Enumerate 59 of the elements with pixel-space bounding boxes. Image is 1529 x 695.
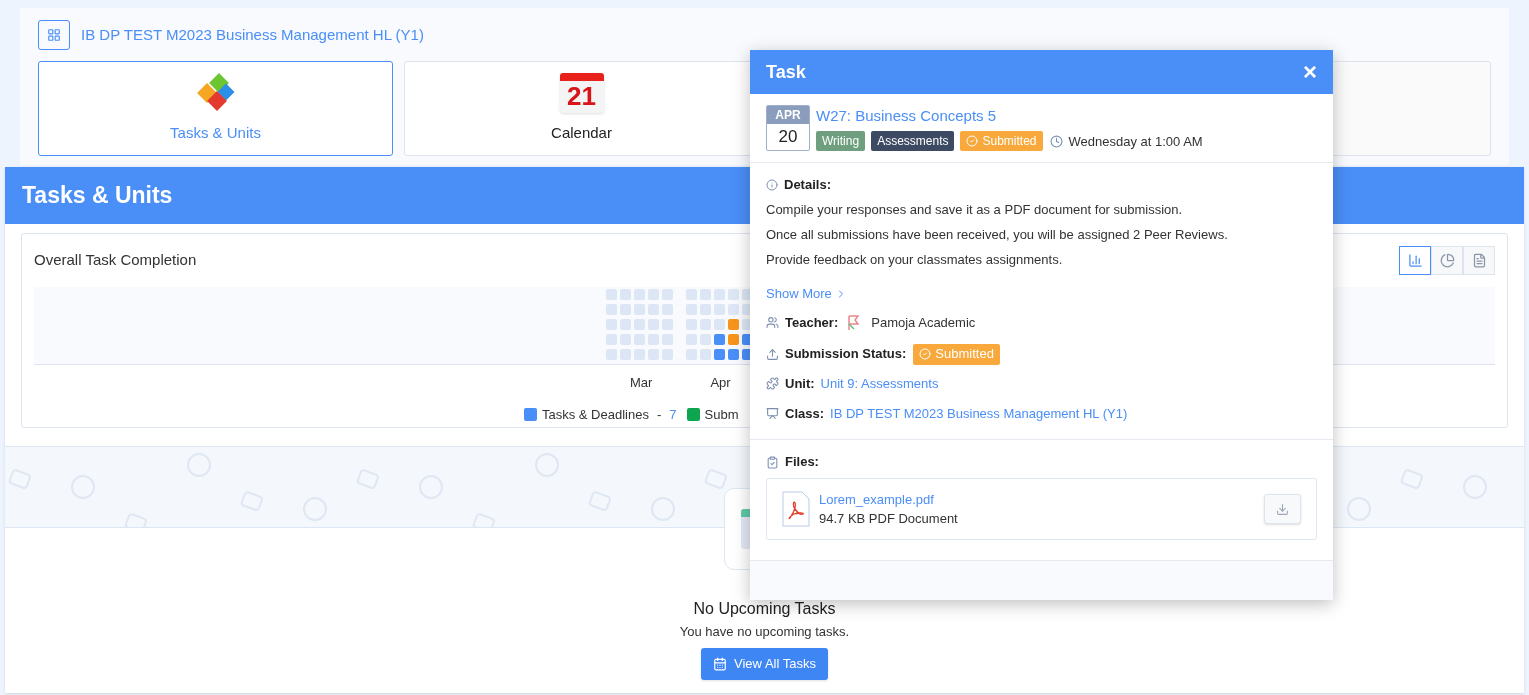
details-text: Provide feedback on your classmates assignments.: [766, 251, 1064, 269]
task-title[interactable]: W27: Business Concepts 5: [816, 104, 1203, 128]
submission-label: Submission Status:: [785, 345, 907, 364]
files-label: Files:: [785, 453, 819, 472]
details-text: Compile your responses and save it as a PDF document for submission.: [766, 201, 1184, 219]
pie-chart-icon: [1439, 252, 1455, 268]
class-link[interactable]: IB DP TEST M2023 Business Management HL (Y1): [830, 403, 1128, 424]
course-title[interactable]: IB DP TEST M2023 Business Management HL (Y1): [81, 23, 424, 47]
upload-icon: [766, 347, 779, 361]
status-badge: Submitted: [913, 343, 1000, 365]
panel-title: Tasks & Units: [22, 181, 173, 211]
users-icon: [766, 316, 779, 329]
class-label: Class:: [785, 404, 825, 423]
show-more-link[interactable]: Show More: [766, 284, 847, 304]
details-text: Once all submissions have been received, you will be assigned 2 Peer Reviews.: [766, 226, 1229, 244]
unit-label: Unit:: [785, 374, 815, 393]
info-icon: [766, 179, 778, 191]
category-tag: Writing: [816, 131, 866, 152]
dialog-title: Task: [766, 60, 806, 84]
presentation-icon: [766, 407, 779, 420]
unit-link[interactable]: Unit 9: Assessments: [820, 373, 939, 394]
calendar-icon: [713, 656, 728, 671]
module-tile[interactable]: Tasks & Units: [38, 61, 393, 156]
calendar-icon: 21: [559, 73, 604, 114]
bar-chart-icon: [1407, 252, 1423, 268]
puzzle-piece-icon: [766, 377, 779, 390]
card-title: Overall Task Completion: [34, 249, 197, 270]
month-label: Apr: [710, 374, 731, 392]
view-toggle-button[interactable]: [1399, 245, 1431, 275]
empty-state-message: You have no upcoming tasks.: [679, 623, 850, 641]
view-all-tasks-button[interactable]: View All Tasks: [701, 647, 828, 680]
legend-separator: -: [655, 405, 663, 424]
date-day: 20: [767, 124, 809, 150]
teacher-name: Pamoja Academic: [871, 313, 976, 332]
file-name-link[interactable]: Lorem_example.pdf: [819, 489, 958, 509]
empty-state-title: No Upcoming Tasks: [693, 600, 836, 618]
flag-logo-icon: [847, 314, 862, 331]
legend-count: 7: [669, 405, 677, 424]
pdf-file-icon: [782, 491, 810, 527]
apps-button[interactable]: [38, 20, 70, 50]
grid-icon: [47, 28, 61, 42]
legend-label: Subm: [704, 405, 739, 424]
month-label: Mar: [630, 374, 653, 392]
legend-label: Tasks & Deadlines: [542, 405, 649, 424]
download-icon: [1276, 502, 1289, 516]
category-tag: Assessments: [871, 131, 955, 152]
download-button[interactable]: [1264, 494, 1301, 524]
due-time: Wednesday at 1:00 AM: [1068, 132, 1203, 151]
details-label: Details:: [784, 176, 831, 195]
check-icon: [919, 348, 932, 360]
clipboard-icon: [766, 455, 779, 469]
file-meta: 94.7 KB PDF Document: [819, 510, 958, 528]
teacher-label: Teacher:: [785, 313, 839, 332]
status-badge: Submitted: [960, 131, 1043, 152]
document-icon: [1471, 252, 1487, 268]
date-month: APR: [767, 106, 809, 124]
check-icon: [966, 135, 979, 148]
close-button[interactable]: ×: [1303, 60, 1317, 84]
clock-icon: [1049, 134, 1063, 148]
